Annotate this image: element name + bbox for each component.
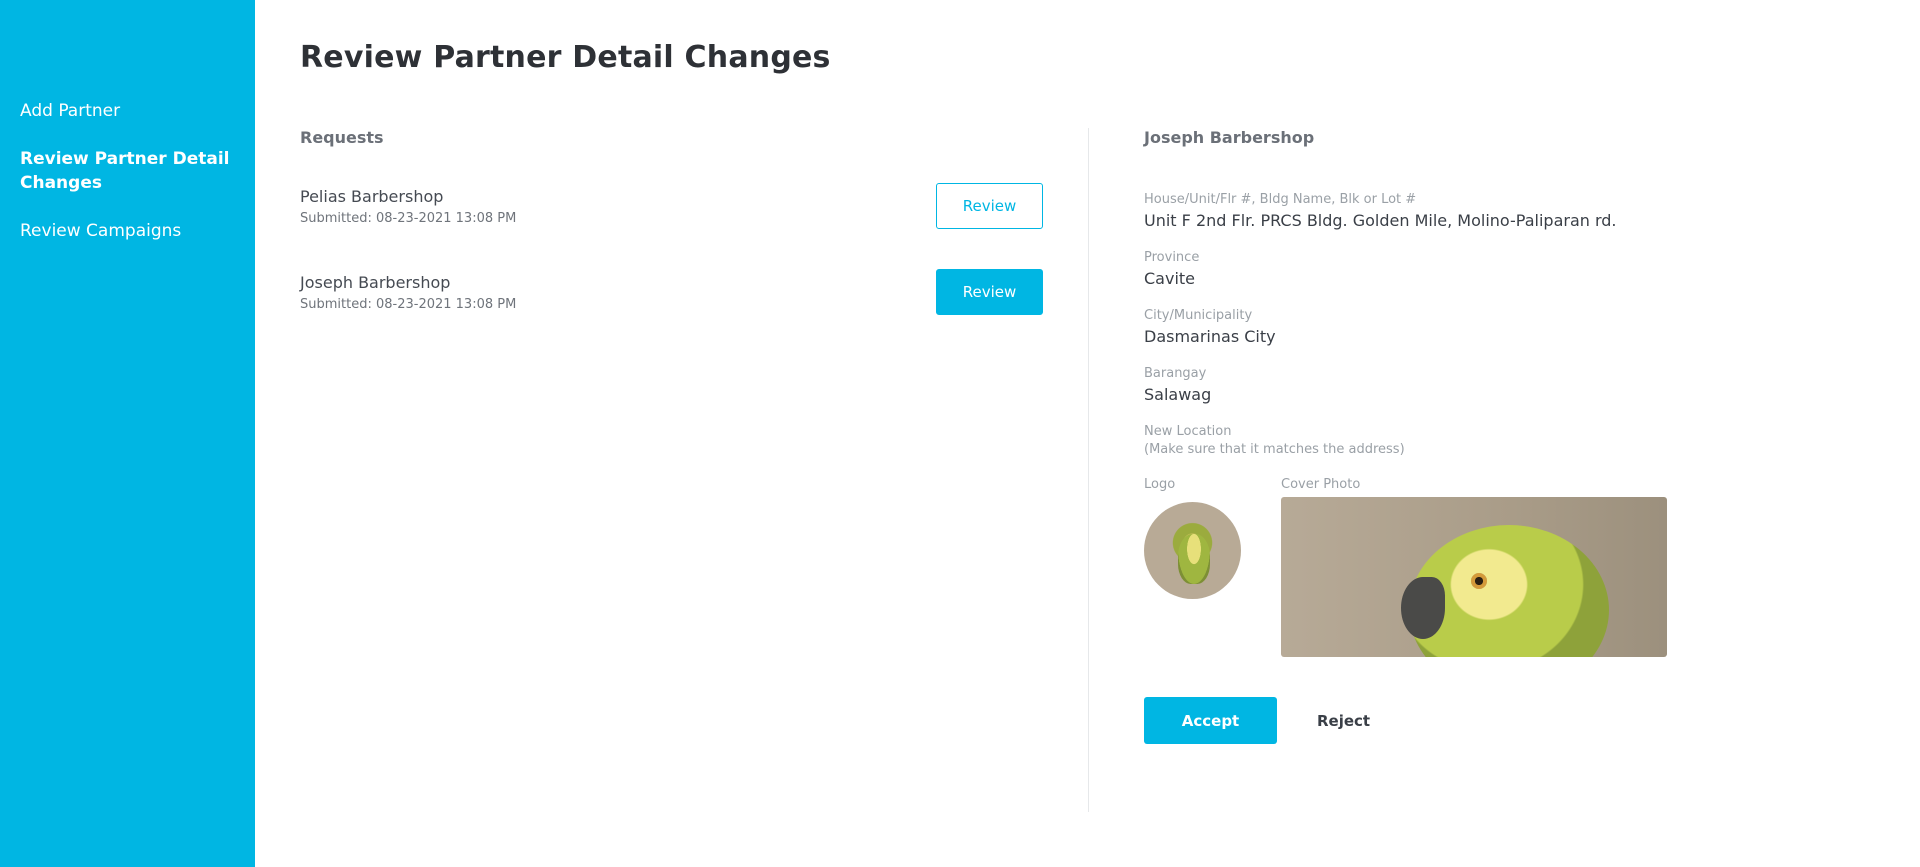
new-location-note: (Make sure that it matches the address) [1144,442,1405,457]
request-info: Joseph Barbershop Submitted: 08-23-2021 … [300,272,516,312]
main-content: Review Partner Detail Changes Requests P… [255,0,1920,867]
list-item: Pelias Barbershop Submitted: 08-23-2021 … [300,175,1088,237]
parrot-eye [1471,573,1487,589]
field-label: House/Unit/Flr #, Bldg Name, Blk or Lot … [1144,192,1417,207]
request-name: Joseph Barbershop [300,273,451,292]
requests-panel: Requests Pelias Barbershop Submitted: 08… [300,128,1088,347]
review-button-active[interactable]: Review [936,269,1043,315]
field-barangay: Barangay Salawag [1144,365,1704,406]
requests-heading: Requests [300,128,384,147]
field-label: City/Municipality [1144,308,1253,323]
request-name: Pelias Barbershop [300,187,444,206]
parrot-beak [1401,577,1445,639]
request-info: Pelias Barbershop Submitted: 08-23-2021 … [300,186,516,226]
field-value: Salawag [1144,385,1212,404]
logo-section: Logo [1144,476,1281,657]
cover-photo-label: Cover Photo [1281,477,1361,492]
sidebar-item-add-partner[interactable]: Add Partner [20,99,239,123]
column-divider [1088,128,1089,812]
detail-heading: Joseph Barbershop [1144,128,1315,147]
field-value: Unit F 2nd Flr. PRCS Bldg. Golden Mile, … [1144,211,1617,230]
sidebar: Add Partner Review Partner Detail Change… [0,0,255,867]
logo-label: Logo [1144,477,1176,492]
list-item: Joseph Barbershop Submitted: 08-23-2021 … [300,261,1088,323]
media-row: Logo Cover Photo [1144,476,1704,657]
field-label: Barangay [1144,366,1207,381]
field-value: Cavite [1144,269,1196,288]
page-title: Review Partner Detail Changes [300,40,831,75]
request-submitted: Submitted: 08-23-2021 13:08 PM [300,211,517,226]
app-root: Add Partner Review Partner Detail Change… [0,0,1920,867]
detail-fields: House/Unit/Flr #, Bldg Name, Blk or Lot … [1144,191,1704,459]
review-button[interactable]: Review [936,183,1043,229]
parrot-image [1178,534,1210,584]
detail-panel: Joseph Barbershop House/Unit/Flr #, Bldg… [1144,128,1704,744]
sidebar-item-review-partner-detail-changes[interactable]: Review Partner Detail Changes [20,147,239,195]
cover-section: Cover Photo [1281,476,1667,657]
logo-image [1144,502,1241,599]
field-new-location: New Location (Make sure that it matches … [1144,423,1704,459]
sidebar-item-review-campaigns[interactable]: Review Campaigns [20,219,239,243]
accept-button[interactable]: Accept [1144,697,1277,744]
reject-button[interactable]: Reject [1317,712,1370,730]
field-address: House/Unit/Flr #, Bldg Name, Blk or Lot … [1144,191,1704,232]
field-province: Province Cavite [1144,249,1704,290]
action-bar: Accept Reject [1144,697,1704,744]
new-location-label: New Location [1144,424,1232,439]
field-city: City/Municipality Dasmarinas City [1144,307,1704,348]
field-value: Dasmarinas City [1144,327,1276,346]
field-label: Province [1144,250,1200,265]
requests-list: Pelias Barbershop Submitted: 08-23-2021 … [300,175,1088,323]
request-submitted: Submitted: 08-23-2021 13:08 PM [300,297,517,312]
cover-photo-image [1281,497,1667,657]
